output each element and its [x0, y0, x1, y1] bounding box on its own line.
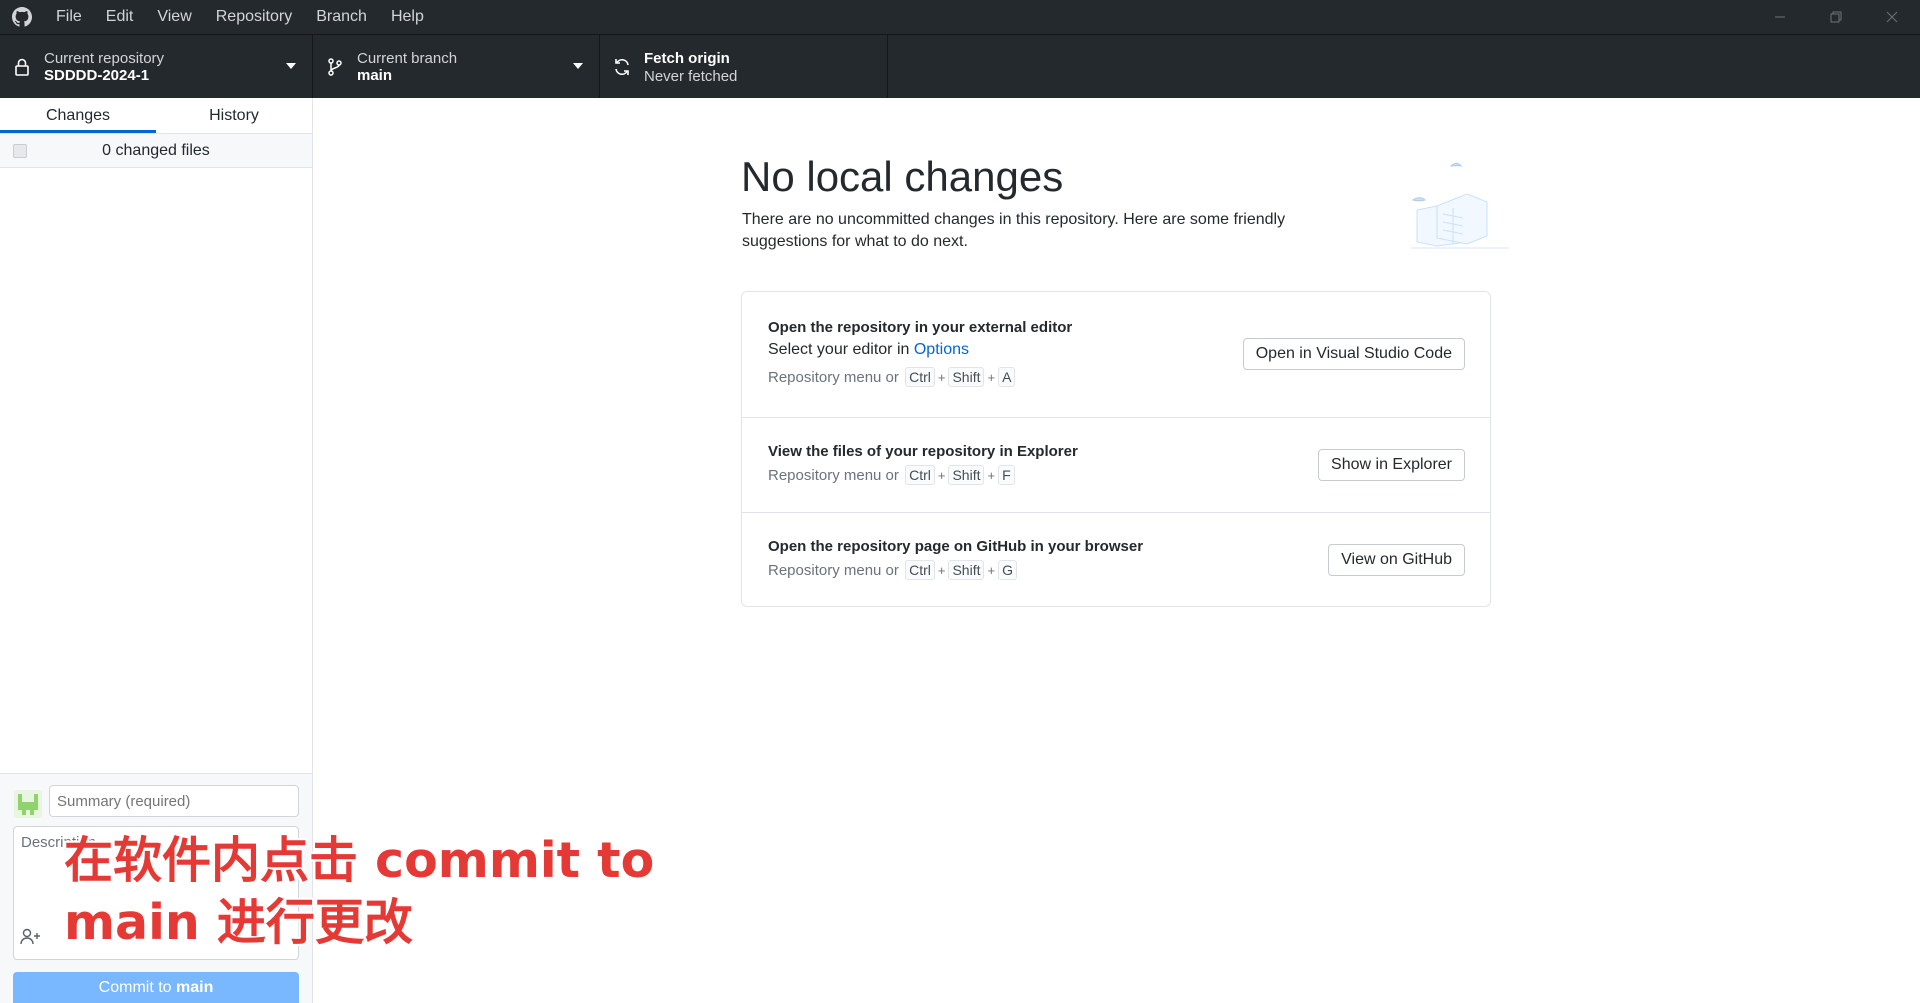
changes-header: 0 changed files: [0, 134, 312, 168]
key-shift: Shift: [948, 367, 985, 387]
tab-changes[interactable]: Changes: [0, 98, 156, 133]
restore-icon: [1830, 11, 1842, 23]
suggestion-title: View the files of your repository in Exp…: [768, 443, 1078, 460]
menu-bar: File Edit View Repository Branch Help: [44, 0, 436, 34]
tab-history[interactable]: History: [156, 98, 312, 133]
plus-icon: +: [937, 467, 946, 483]
fetch-status: Never fetched: [644, 67, 738, 85]
plus-icon: +: [987, 369, 996, 385]
sync-icon: [600, 57, 644, 77]
shortcut-hint: Repository menu or Ctrl + Shift + A: [768, 367, 1017, 387]
commit-button-branch: main: [176, 979, 214, 996]
options-link[interactable]: Options: [914, 341, 969, 358]
hint-prefix: Repository menu or: [768, 466, 899, 484]
key-ctrl: Ctrl: [905, 367, 935, 387]
menu-repository[interactable]: Repository: [204, 0, 304, 34]
chevron-down-icon: [573, 63, 583, 69]
branch-name: main: [357, 66, 393, 84]
page-description: There are no uncommitted changes in this…: [742, 211, 1286, 250]
current-branch-dropdown[interactable]: Current branch main: [313, 35, 600, 99]
fetch-origin-button[interactable]: Fetch origin Never fetched: [600, 35, 888, 99]
key-letter: G: [998, 560, 1017, 580]
suggestion-view-github: Open the repository page on GitHub in yo…: [742, 513, 1490, 608]
title-bar: File Edit View Repository Branch Help: [0, 0, 1920, 34]
empty-state-illustration: [1403, 158, 1513, 253]
plus-icon: +: [937, 369, 946, 385]
avatar: [14, 790, 42, 818]
toolbar: Current repository SDDDD-2024-1 Current …: [0, 34, 1920, 99]
suggestion-title: Open the repository in your external edi…: [768, 319, 1073, 336]
commit-button-prefix: Commit to: [98, 979, 176, 996]
show-in-explorer-button[interactable]: Show in Explorer: [1318, 449, 1465, 481]
open-in-vscode-button[interactable]: Open in Visual Studio Code: [1242, 338, 1465, 370]
branch-label: Current branch: [357, 49, 458, 67]
suggestion-show-explorer: View the files of your repository in Exp…: [742, 418, 1490, 513]
chevron-down-icon: [286, 63, 296, 69]
hint-prefix: Repository menu or: [768, 368, 899, 386]
summary-input[interactable]: [49, 785, 299, 817]
repo-label: Current repository: [44, 49, 165, 67]
changed-files-count: 0 changed files: [102, 141, 210, 159]
fetch-label: Fetch origin: [644, 49, 730, 67]
key-letter: A: [998, 367, 1016, 387]
minimize-button[interactable]: [1752, 0, 1808, 34]
suggestion-title: Open the repository page on GitHub in yo…: [768, 538, 1144, 555]
subtitle-prefix: Select your editor in: [768, 341, 914, 358]
github-desktop-window: File Edit View Repository Branch Help Cu…: [0, 0, 1920, 1003]
sidebar-tabs: Changes History: [0, 98, 312, 134]
key-ctrl: Ctrl: [905, 465, 935, 485]
view-on-github-button[interactable]: View on GitHub: [1328, 544, 1465, 576]
close-button[interactable]: [1864, 0, 1920, 34]
branch-icon: [313, 58, 357, 76]
close-icon: [1886, 11, 1898, 23]
tutorial-caption: 在软件内点击 commit to main 进行更改: [64, 830, 654, 954]
add-coauthor-icon[interactable]: [20, 928, 42, 951]
repo-name: SDDDD-2024-1: [44, 66, 150, 84]
menu-file[interactable]: File: [44, 0, 94, 34]
menu-edit[interactable]: Edit: [94, 0, 146, 34]
key-shift: Shift: [948, 560, 985, 580]
menu-view[interactable]: View: [145, 0, 203, 34]
caption-line-2: main 进行更改: [64, 894, 413, 951]
window-controls: [1752, 0, 1920, 34]
shortcut-hint: Repository menu or Ctrl + Shift + F: [768, 465, 1017, 485]
shortcut-hint: Repository menu or Ctrl + Shift + G: [768, 560, 1019, 580]
plus-icon: +: [987, 562, 996, 578]
menu-branch[interactable]: Branch: [304, 0, 379, 34]
lock-icon: [0, 58, 44, 76]
caption-line-1: 在软件内点击 commit to: [64, 832, 655, 889]
menu-help[interactable]: Help: [379, 0, 436, 34]
github-logo-icon: [0, 0, 44, 34]
hint-prefix: Repository menu or: [768, 561, 899, 579]
select-all-checkbox[interactable]: [13, 144, 27, 158]
suggestion-open-editor: Open the repository in your external edi…: [742, 292, 1490, 418]
plus-icon: +: [987, 467, 996, 483]
key-ctrl: Ctrl: [905, 560, 935, 580]
suggestion-subtitle: Select your editor in Options: [768, 341, 969, 359]
key-shift: Shift: [948, 465, 985, 485]
current-repository-dropdown[interactable]: Current repository SDDDD-2024-1: [0, 35, 313, 99]
suggestions-panel: Open the repository in your external edi…: [741, 291, 1491, 607]
restore-button[interactable]: [1808, 0, 1864, 34]
key-letter: F: [998, 465, 1015, 485]
minimize-icon: [1775, 16, 1785, 18]
page-title: No local changes: [741, 153, 1064, 200]
commit-button[interactable]: Commit to main: [13, 972, 299, 1003]
plus-icon: +: [937, 562, 946, 578]
